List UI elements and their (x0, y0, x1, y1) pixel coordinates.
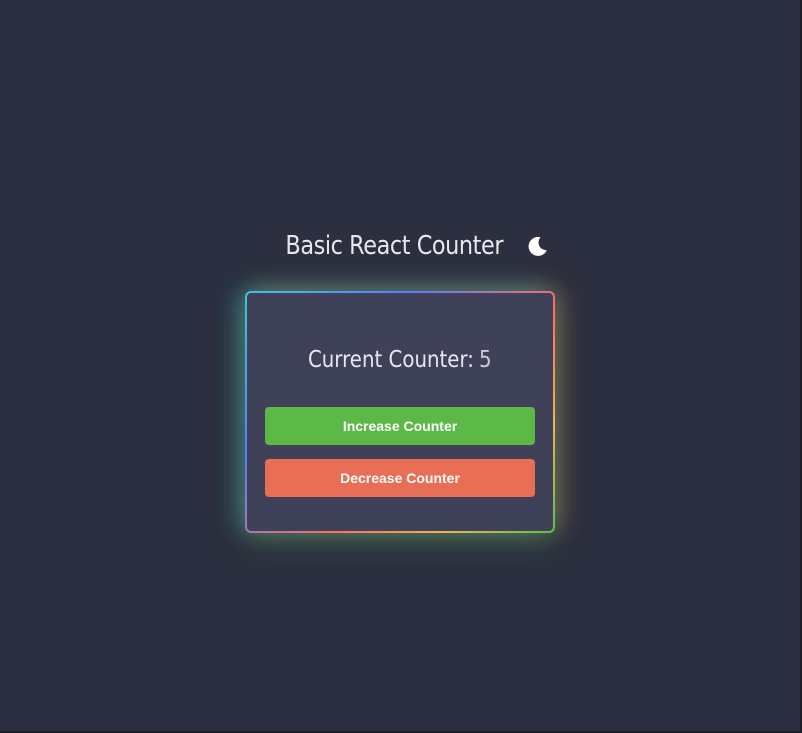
counter-value: 5 (479, 347, 492, 373)
moon-icon (528, 236, 547, 256)
decrease-counter-button[interactable]: Decrease Counter (265, 459, 535, 497)
counter-display: Current Counter: 5 (247, 347, 553, 373)
header: Basic React Counter (0, 226, 800, 266)
increase-counter-button[interactable]: Increase Counter (265, 407, 535, 445)
counter-label: Current Counter: (308, 347, 475, 373)
app-page: Basic React Counter Current Counter: 5 In… (0, 0, 802, 733)
page-title: Basic React Counter (285, 231, 504, 261)
theme-toggle-button[interactable] (524, 233, 550, 259)
counter-card: Current Counter: 5 Increase Counter Decre… (245, 291, 555, 533)
